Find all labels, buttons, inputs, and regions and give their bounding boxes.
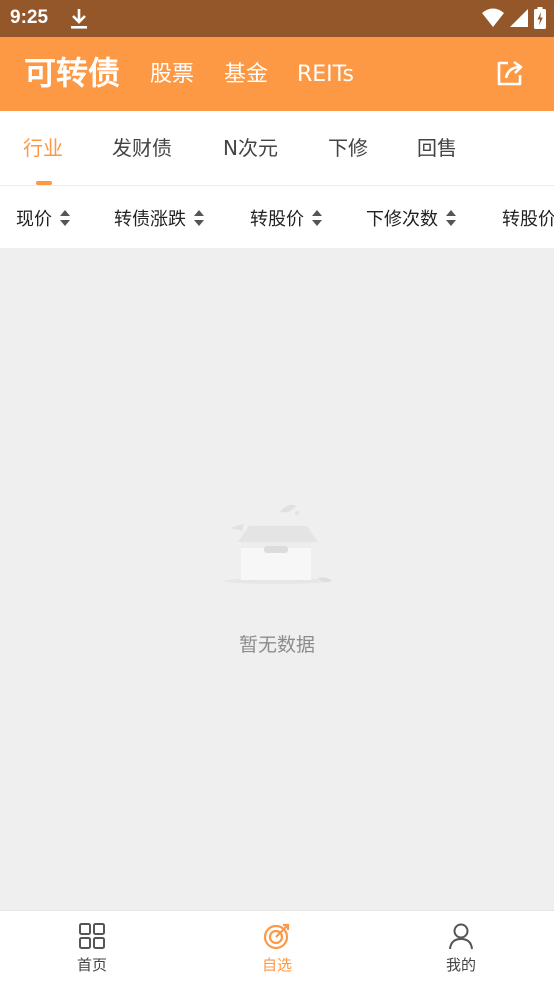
page-title: 可转债 [24, 54, 121, 92]
status-icons [482, 7, 546, 29]
nav-label-profile: 我的 [445, 956, 476, 974]
nav-home[interactable]: 首页 [52, 921, 132, 975]
subtab-downward-revision[interactable]: 下修 [328, 135, 368, 161]
grid-icon [79, 923, 105, 949]
share-icon[interactable] [494, 57, 526, 89]
subtab-industry[interactable]: 行业 [23, 135, 63, 161]
status-bar: 9:25 [0, 0, 554, 37]
sort-arrows-icon [60, 210, 70, 226]
active-tab-indicator [36, 181, 52, 185]
sort-label: 现价 [16, 209, 52, 230]
sort-label: 转股价值 [502, 209, 554, 230]
sort-conversion-price[interactable]: 转股价 [250, 205, 323, 231]
subtab-facai-bond[interactable]: 发财债 [112, 135, 172, 161]
nav-watchlist[interactable]: 自选 [237, 921, 317, 975]
sort-bond-change[interactable]: 转债涨跌 [114, 205, 205, 231]
empty-box-icon [224, 504, 332, 584]
bottom-nav: 首页 自选 我的 [0, 910, 554, 985]
empty-state: 暂无数据 [0, 248, 554, 910]
subtab-n-dimension[interactable]: N次元 [223, 135, 278, 161]
sort-conversion-value[interactable]: 转股价值 [502, 205, 554, 231]
sort-revision-count[interactable]: 下修次数 [366, 205, 457, 231]
target-icon [263, 923, 290, 950]
nav-profile[interactable]: 我的 [421, 921, 501, 975]
sort-arrows-icon [312, 210, 322, 226]
sort-arrows-icon [194, 210, 204, 226]
category-tabs: 行业 发财债 N次元 下修 回售 [0, 111, 554, 186]
tab-stocks[interactable]: 股票 [150, 61, 194, 89]
sort-label: 转债涨跌 [114, 209, 186, 230]
app-header: 可转债 股票 基金 REITs [0, 37, 554, 111]
nav-label-home: 首页 [76, 956, 107, 974]
sort-price[interactable]: 现价 [16, 205, 71, 231]
sort-header: 现价 转债涨跌 转股价 下修次数 转股价值 [0, 186, 554, 248]
user-icon [449, 923, 473, 950]
sort-label: 下修次数 [366, 209, 438, 230]
wifi-icon [482, 8, 504, 27]
battery-icon [534, 7, 546, 29]
nav-label-watchlist: 自选 [261, 956, 292, 974]
empty-text: 暂无数据 [238, 634, 315, 656]
signal-icon [510, 9, 528, 27]
tab-funds[interactable]: 基金 [224, 61, 268, 89]
sort-label: 转股价 [250, 209, 304, 230]
subtab-putback[interactable]: 回售 [417, 135, 457, 161]
sort-arrows-icon [446, 210, 456, 226]
tab-reits[interactable]: REITs [297, 61, 354, 89]
status-time: 9:25 [10, 7, 49, 28]
download-icon [71, 9, 87, 29]
